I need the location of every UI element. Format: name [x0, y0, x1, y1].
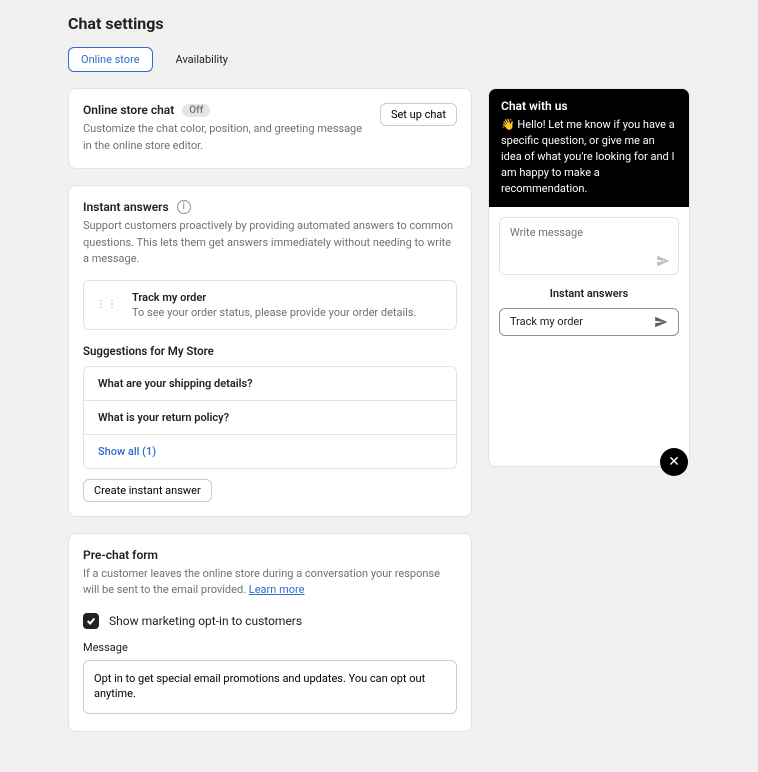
online-store-chat-title: Online store chat — [83, 103, 174, 117]
marketing-optin-checkbox[interactable] — [83, 613, 99, 629]
suggestions-list: What are your shipping details? What is … — [83, 366, 457, 469]
tab-availability[interactable]: Availability — [163, 47, 241, 72]
prechat-card: Pre-chat form If a customer leaves the o… — [68, 533, 472, 732]
suggestions-heading: Suggestions for My Store — [83, 344, 457, 358]
preview-instant-answers-label: Instant answers — [499, 287, 679, 300]
preview-title: Chat with us — [501, 99, 677, 113]
preview-chip-track-order[interactable]: Track my order — [499, 308, 679, 336]
suggestion-item[interactable]: What are your shipping details? — [84, 367, 456, 400]
chat-preview: Chat with us 👋 Hello! Let me know if you… — [488, 88, 690, 467]
drag-handle-icon[interactable]: ⋮⋮ — [96, 300, 118, 310]
page-title: Chat settings — [68, 14, 690, 33]
preview-message-input[interactable]: Write message — [499, 217, 679, 275]
instant-answer-item-sub: To see your order status, please provide… — [132, 306, 416, 319]
close-preview-button[interactable]: ✕ — [660, 448, 688, 476]
send-icon — [654, 315, 668, 329]
message-textarea[interactable] — [83, 660, 457, 714]
prechat-desc: If a customer leaves the online store du… — [83, 566, 457, 599]
close-icon: ✕ — [668, 454, 680, 470]
marketing-optin-label: Show marketing opt-in to customers — [109, 614, 302, 628]
online-store-chat-subtitle: Customize the chat color, position, and … — [83, 121, 368, 154]
instant-answers-title: Instant answers — [83, 200, 169, 214]
instant-answer-item-title: Track my order — [132, 291, 416, 304]
prechat-title: Pre-chat form — [83, 548, 158, 562]
preview-placeholder: Write message — [510, 226, 583, 239]
preview-chip-label: Track my order — [510, 315, 583, 328]
show-all-link[interactable]: Show all (1) — [84, 434, 456, 468]
preview-greeting: 👋 Hello! Let me know if you have a speci… — [501, 117, 677, 197]
learn-more-link[interactable]: Learn more — [249, 583, 305, 596]
tab-bar: Online store Availability — [68, 47, 690, 72]
suggestion-item[interactable]: What is your return policy? — [84, 400, 456, 434]
status-badge: Off — [182, 104, 210, 117]
create-instant-answer-button[interactable]: Create instant answer — [83, 479, 212, 502]
instant-answer-item[interactable]: ⋮⋮ Track my order To see your order stat… — [83, 280, 457, 330]
info-icon[interactable]: i — [177, 200, 191, 214]
online-store-chat-card: Online store chat Off Customize the chat… — [68, 88, 472, 169]
message-label: Message — [83, 641, 457, 654]
setup-chat-button[interactable]: Set up chat — [380, 103, 457, 126]
send-icon[interactable] — [656, 254, 670, 268]
instant-answers-desc: Support customers proactively by providi… — [83, 218, 457, 268]
tab-online-store[interactable]: Online store — [68, 47, 153, 72]
instant-answers-card: Instant answers i Support customers proa… — [68, 185, 472, 517]
